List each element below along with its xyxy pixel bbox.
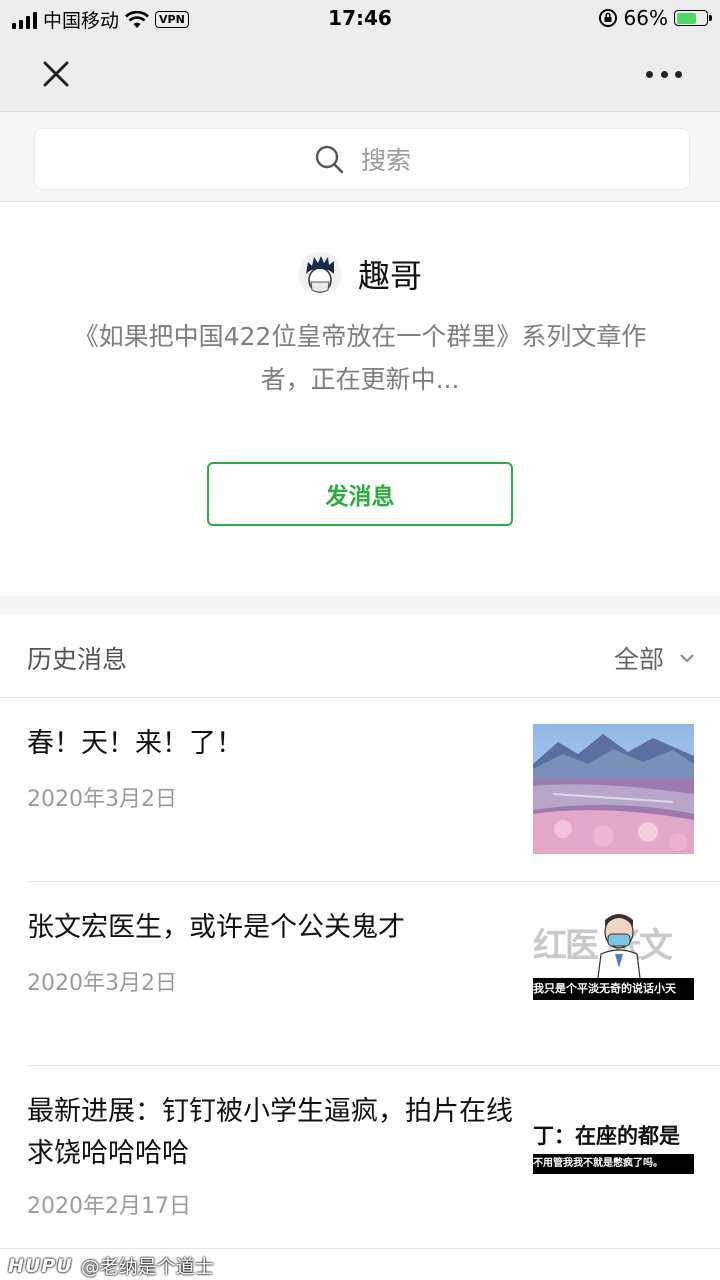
article-thumbnail: 红医 张文 我只是个平淡无奇的说话小天 [533,908,694,1004]
profile-section: 趣哥 《如果把中国422位皇帝放在一个群里》系列文章作者，正在更新中... 发消… [0,203,720,596]
carrier-name: 中国移动 [43,10,120,32]
search-input[interactable]: 搜索 [34,128,690,190]
rotation-lock-icon [598,9,617,27]
chevron-down-icon [680,654,694,663]
section-gap [0,596,720,614]
status-right: 66% [598,6,712,30]
article-thumbnail: 丁：在座的都是 不用管我我不就是憋疯了吗。 [533,1114,694,1204]
article-date: 2020年2月17日 [27,1194,191,1219]
article-title: 张文宏医生，或许是个公关鬼才 [27,912,405,943]
close-icon[interactable] [38,56,74,92]
article-title: 最新进展：钉钉被小学生逼疯，拍片在线求饶哈哈哈哈 [27,1096,513,1169]
more-options-icon[interactable] [646,58,682,90]
signal-icon [12,11,37,29]
article-thumbnail [533,724,694,854]
article-title: 春！天！来！了！ [27,728,243,759]
history-filter[interactable]: 全部 [614,640,696,676]
watermark-user: @老纳是个道士 [80,1256,214,1278]
status-bar: 中国移动 VPN 17:46 66% [0,0,720,36]
avatar[interactable] [297,252,342,296]
history-header: 历史消息 全部 [0,614,720,698]
watermark-brand: HUPU [8,1254,73,1277]
thumbnail-caption-small: 不用管我我不就是憋疯了吗。 [533,1154,694,1174]
search-area: 搜索 [0,112,720,202]
nav-bar [0,36,720,112]
send-message-button[interactable]: 发消息 [207,462,513,526]
list-divider [0,1248,720,1249]
search-icon [315,145,344,174]
watermark: HUPU @老纳是个道士 [8,1252,214,1279]
profile-name-row: 趣哥 [0,251,720,297]
profile-name: 趣哥 [357,257,422,295]
profile-bio: 《如果把中国422位皇帝放在一个群里》系列文章作者，正在更新中... [73,322,647,394]
history-title: 历史消息 [27,645,128,674]
battery-percent: 66% [623,6,668,30]
status-left: 中国移动 VPN [12,6,189,33]
vpn-badge: VPN [155,11,189,28]
wifi-icon [125,10,149,28]
doctor-illustration [596,914,642,986]
article-item[interactable]: 张文宏医生，或许是个公关鬼才 2020年3月2日 红医 张文 我只是个平淡无奇的… [0,882,720,1065]
filter-label: 全部 [613,645,664,674]
battery-icon [674,10,712,26]
article-item[interactable]: 最新进展：钉钉被小学生逼疯，拍片在线求饶哈哈哈哈 2020年2月17日 丁：在座… [0,1066,720,1248]
thumbnail-caption-large: 丁：在座的都是 [533,1124,680,1148]
thumbnail-caption-small: 我只是个平淡无奇的说话小天 [533,978,694,1000]
article-date: 2020年3月2日 [27,971,177,996]
article-item[interactable]: 春！天！来！了！ 2020年3月2日 [0,699,720,881]
article-date: 2020年3月2日 [27,787,177,812]
search-placeholder: 搜索 [360,146,411,175]
battery-fill [676,12,696,24]
